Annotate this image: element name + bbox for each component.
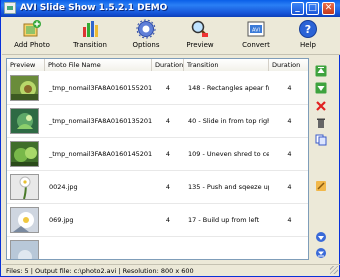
- photo-grid[interactable]: Preview Photo File Name Duration Transit…: [6, 58, 309, 260]
- maximize-button[interactable]: □: [306, 2, 319, 15]
- status-text: Files: 5 | Output file: c:\photo2.avi | …: [6, 267, 194, 275]
- preview-label: Preview: [186, 41, 214, 49]
- table-row[interactable]: _tmp_nomail3FA8A0160145201.jpg 4 109 - U…: [7, 138, 308, 171]
- photo-thumbnail: [10, 141, 39, 167]
- column-header-transition-duration[interactable]: Duration: [269, 59, 308, 71]
- transition-duration-cell: 4: [287, 216, 292, 224]
- svg-text:?: ?: [305, 23, 311, 36]
- help-label: Help: [300, 41, 316, 49]
- move-up-icon[interactable]: [315, 82, 327, 94]
- help-button[interactable]: ? Help: [286, 19, 330, 53]
- table-row[interactable]: _tmp_nomail3FA8A0160155201.jpg 4 148 - R…: [7, 72, 308, 105]
- table-row[interactable]: 0024.jpg 4 135 - Push and sqeeze up 4: [7, 171, 308, 204]
- photo-thumbnail: [10, 174, 39, 200]
- transition-icon: [80, 19, 100, 39]
- add-photo-button[interactable]: Add Photo: [10, 19, 54, 53]
- preview-button[interactable]: Preview: [178, 19, 222, 53]
- add-photo-icon: [22, 19, 42, 39]
- resize-grip[interactable]: [330, 266, 338, 274]
- table-row: [7, 237, 308, 259]
- transition-cell: 135 - Push and sqeeze up: [188, 183, 269, 191]
- title-bar[interactable]: AVI Slide Show 1.5.2.1 DEMO _ □ ✕: [1, 0, 340, 17]
- duration-cell: 4: [165, 117, 171, 125]
- duration-cell: 4: [165, 183, 171, 191]
- file-name-cell: 069.jpg: [49, 216, 74, 224]
- table-row[interactable]: 069.jpg 4 17 - Build up from left 4: [7, 204, 308, 237]
- preview-icon: [190, 19, 210, 39]
- photo-thumbnail: [10, 240, 39, 259]
- transition-duration-cell: 4: [287, 183, 292, 191]
- remove-icon[interactable]: [315, 100, 327, 112]
- transition-cell: 17 - Build up from left: [188, 216, 260, 224]
- options-label: Options: [132, 41, 160, 49]
- app-icon: [4, 2, 16, 14]
- toolbar: Add Photo Transition Options Preview AVI…: [2, 17, 340, 55]
- copy-icon[interactable]: [315, 134, 327, 146]
- column-header-file-name[interactable]: Photo File Name: [45, 59, 152, 71]
- close-button[interactable]: ✕: [322, 2, 335, 15]
- transition-cell: 40 - Slide in from top right: [188, 117, 269, 125]
- edit-icon[interactable]: [315, 180, 327, 192]
- photo-thumbnail: [10, 108, 39, 134]
- transition-label: Transition: [73, 41, 107, 49]
- photo-thumbnail: [10, 75, 39, 101]
- move-bottom-icon[interactable]: [315, 247, 327, 259]
- column-header-duration[interactable]: Duration: [152, 59, 184, 71]
- duration-cell: 4: [165, 84, 171, 92]
- options-gear-icon: [136, 19, 156, 39]
- transition-duration-cell: 4: [287, 84, 292, 92]
- file-name-cell: _tmp_nomail3FA8A0160155201.jpg: [49, 84, 152, 92]
- duration-cell: 4: [165, 216, 171, 224]
- window-title: AVI Slide Show 1.5.2.1 DEMO: [20, 3, 168, 13]
- minimize-button[interactable]: _: [291, 2, 304, 15]
- transition-button[interactable]: Transition: [68, 19, 112, 53]
- table-row[interactable]: _tmp_nomail3FA8A0160135201.jpg 4 40 - Sl…: [7, 105, 308, 138]
- convert-button[interactable]: AVI Convert: [234, 19, 278, 53]
- svg-text:AVI: AVI: [252, 28, 260, 34]
- move-down-icon[interactable]: [315, 231, 327, 243]
- convert-icon: AVI: [246, 19, 266, 39]
- photo-thumbnail: [10, 207, 39, 233]
- column-header-preview[interactable]: Preview: [7, 59, 45, 71]
- options-button[interactable]: Options: [124, 19, 168, 53]
- file-name-cell: _tmp_nomail3FA8A0160135201.jpg: [49, 117, 152, 125]
- move-top-icon[interactable]: [315, 65, 327, 77]
- help-icon: ?: [298, 19, 318, 39]
- transition-cell: 148 - Rectangles apear fro...: [188, 84, 269, 92]
- grid-header: Preview Photo File Name Duration Transit…: [7, 59, 308, 71]
- add-photo-label: Add Photo: [14, 41, 50, 49]
- delete-icon[interactable]: [315, 117, 327, 129]
- convert-label: Convert: [242, 41, 270, 49]
- column-header-transition[interactable]: Transition: [184, 59, 269, 71]
- transition-cell: 109 - Uneven shred to cen...: [188, 150, 269, 158]
- app-window: AVI Slide Show 1.5.2.1 DEMO _ □ ✕ Add Ph…: [0, 0, 340, 277]
- status-bar: Files: 5 | Output file: c:\photo2.avi | …: [2, 264, 340, 276]
- file-name-cell: _tmp_nomail3FA8A0160145201.jpg: [49, 150, 152, 158]
- transition-duration-cell: 4: [287, 117, 292, 125]
- duration-cell: 4: [165, 150, 171, 158]
- file-name-cell: 0024.jpg: [49, 183, 78, 191]
- transition-duration-cell: 4: [287, 150, 292, 158]
